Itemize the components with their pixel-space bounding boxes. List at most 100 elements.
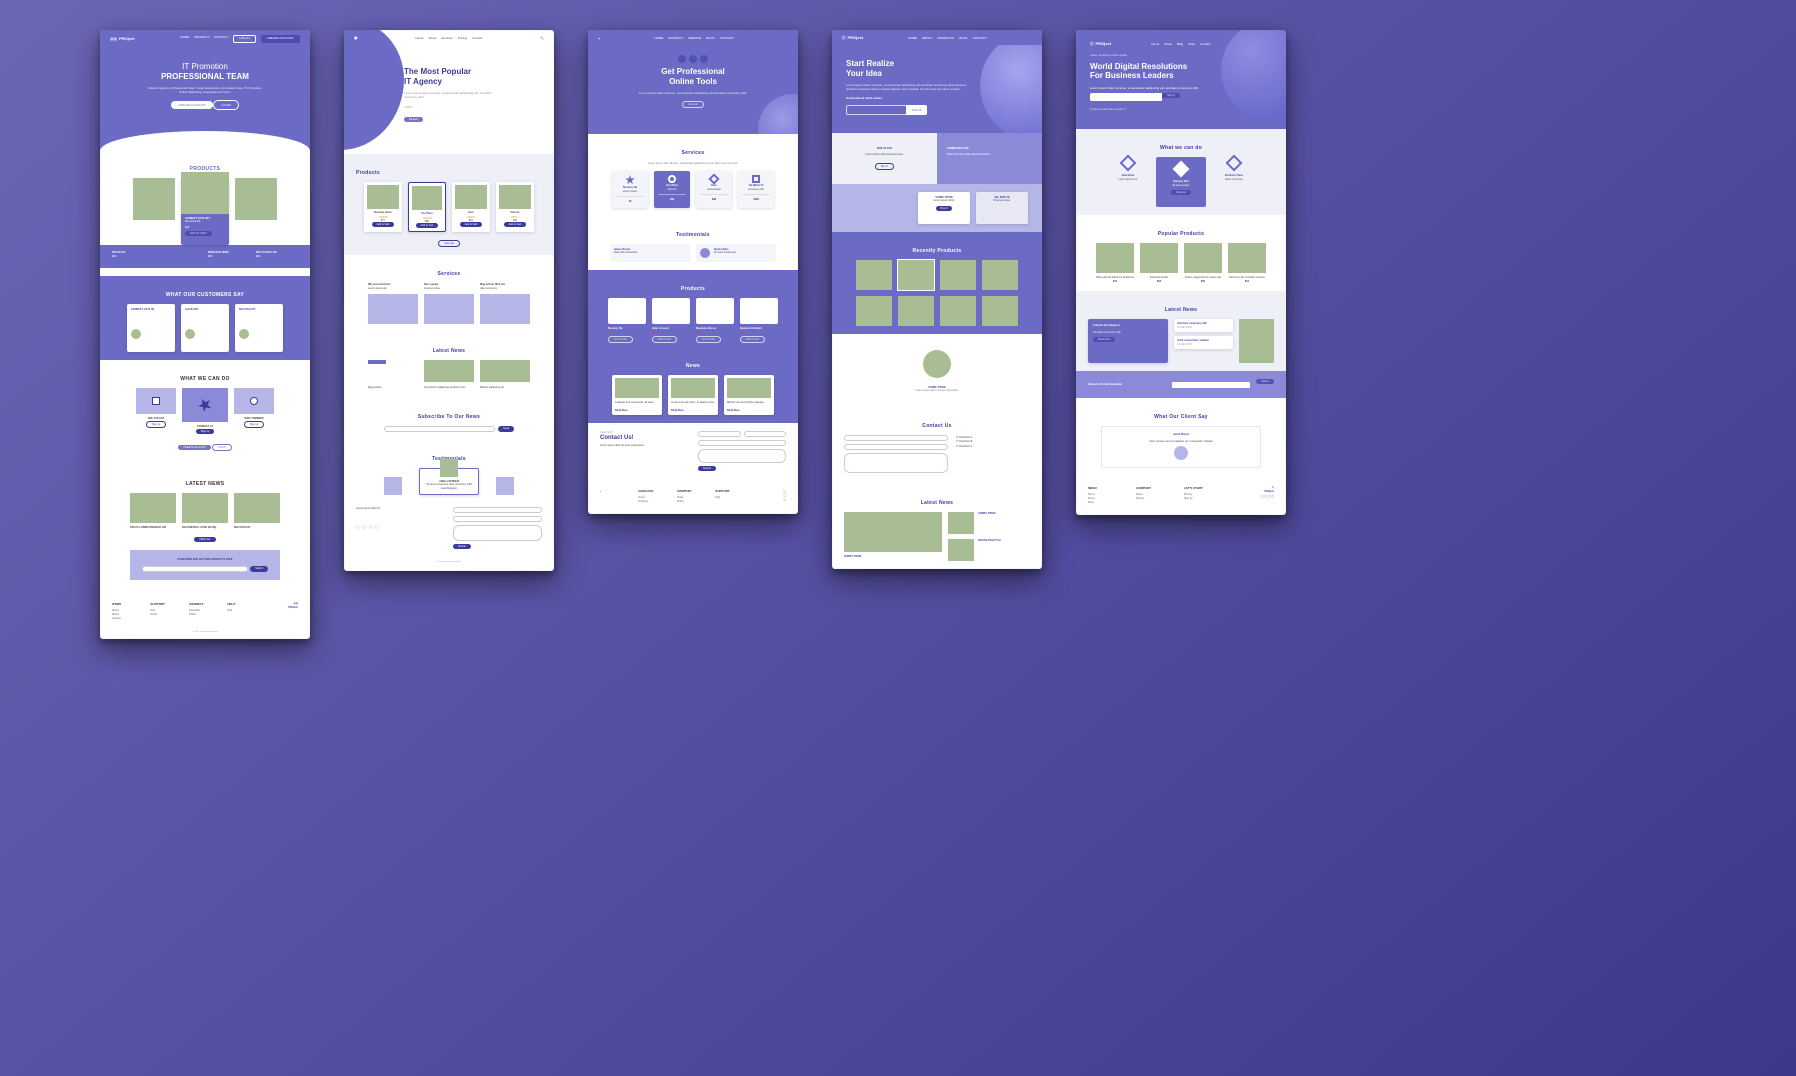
search-icon[interactable]: 🔍 (540, 36, 544, 40)
message-input[interactable] (698, 449, 786, 463)
section-title: WHAT WE CAN DO (112, 376, 298, 382)
service-item[interactable]: Mag ad Enn Nibh wisdiam nonummy (480, 283, 530, 290)
create-account-button[interactable]: CREATE ACCOUNT (171, 101, 212, 109)
service-item[interactable]: Nib uncorrud EnimLorem ipsum dol (368, 283, 418, 290)
request-button[interactable]: Request (682, 101, 703, 108)
feature-cards: SUBRU TIPONLorem ipsum dolor.Buy it! VEL… (832, 184, 1042, 232)
email-input[interactable] (142, 566, 248, 572)
message-input[interactable] (846, 105, 906, 115)
add-to-cart-button[interactable]: Add to Cart (372, 222, 395, 227)
nav-item[interactable]: PRODUCTS (937, 36, 954, 40)
nav-item[interactable]: CONTACT (214, 35, 228, 43)
request-button[interactable]: Request (1171, 190, 1190, 195)
hero-subtitle: Lorem ipsum dolor sit amet, consectetuer… (633, 91, 753, 95)
search-input[interactable] (1090, 93, 1162, 101)
nav-item[interactable]: BLOG (706, 36, 714, 40)
login-button[interactable]: LOGIN (212, 444, 232, 451)
latest-news-section: Latest News SUBRU TIPON SUBRU TIPON MAGN… (832, 484, 1042, 569)
submit-button[interactable]: Submit (250, 566, 268, 572)
contact-section: Need help? Contact Us! Lorem ipsum dolor… (588, 423, 798, 479)
add-to-cart-button[interactable]: ADD TO CART (185, 231, 212, 236)
nav-item[interactable]: HOME (908, 36, 917, 40)
social-icon[interactable]: ◯ (754, 494, 786, 497)
nav-item[interactable]: Home (415, 36, 423, 40)
create-account-button[interactable]: CREATE ACCOUNT (261, 35, 300, 43)
popular-products-section: Popular Products Mild euismod tincidi un… (1076, 215, 1286, 291)
submit-button[interactable]: Submit (698, 466, 716, 471)
split-section: WISI UT 25% Lorem ipsum dolor sit amet c… (832, 133, 1042, 184)
view-all-button[interactable]: VIEW ALL (194, 537, 215, 542)
nav-item[interactable]: SERVICE (688, 36, 701, 40)
product-thumb[interactable]: NOU PLUETU VIT$45 (256, 251, 298, 258)
social-icon[interactable]: ◯ (375, 525, 378, 529)
sign-up-button[interactable]: Sign up (244, 421, 264, 428)
nav-item[interactable]: CONTACT (973, 36, 987, 40)
sign-up-button[interactable]: Sign up (146, 421, 166, 428)
nav-item[interactable]: Contact (472, 36, 482, 40)
nav-item[interactable]: Blog (1177, 42, 1183, 46)
subscribe-box: SUBSCRIBE AND GET NEW PRODUCTS FREE Subm… (130, 550, 280, 580)
add-to-cart-button[interactable]: Add to Cart (696, 336, 721, 343)
sign-up-button[interactable]: Sign up (196, 429, 214, 434)
section-title: News (600, 363, 786, 369)
nav-item[interactable]: About (1164, 42, 1172, 46)
service-item[interactable]: Nou sometysit amet conse (424, 283, 474, 290)
login-button[interactable]: LOGIN (213, 100, 238, 110)
nav-item[interactable]: Home (1151, 42, 1159, 46)
social-icon[interactable]: ◯ (754, 490, 786, 493)
open-all-button[interactable]: Open all (438, 240, 459, 247)
nav-item[interactable]: Services (441, 36, 453, 40)
read-more-link[interactable]: Read More (671, 409, 715, 413)
product-thumb[interactable]: POLUS SIT$25 (112, 251, 154, 258)
section-title: LATEST NEWS (112, 481, 298, 487)
message-input[interactable] (453, 525, 542, 541)
nav-item[interactable]: Contact (1200, 42, 1210, 46)
read-more-button[interactable]: Read More (1093, 337, 1115, 342)
sign-in-button[interactable]: Sign In (1162, 93, 1180, 98)
email-input[interactable] (453, 516, 542, 522)
request-button[interactable]: Request (404, 117, 423, 122)
nav-item[interactable]: BLOG (959, 36, 967, 40)
email-input[interactable] (1172, 382, 1250, 388)
social-icon[interactable]: ◯ (356, 525, 359, 529)
email-input[interactable] (844, 444, 948, 450)
nav-item[interactable]: HOME (180, 35, 189, 43)
add-to-cart-button[interactable]: Add to Cart (460, 222, 483, 227)
social-icon[interactable]: ◯ (754, 498, 786, 501)
nav-item[interactable]: CONTACT (720, 36, 734, 40)
hero-subtitle: Lorem ipsum dolor sit amet, consectetuer… (404, 91, 494, 99)
nav-item[interactable]: Pricing (458, 36, 467, 40)
submit-button[interactable]: Send (498, 426, 514, 432)
nav-item[interactable]: PRODUCT (668, 36, 683, 40)
add-to-cart-button[interactable]: Add to Cart (416, 223, 439, 228)
add-to-cart-button[interactable]: Add to Cart (740, 336, 765, 343)
email-input[interactable] (384, 426, 495, 432)
social-icon[interactable]: ◯ (362, 525, 365, 529)
nav-item[interactable]: Shop (1188, 42, 1195, 46)
social-icon[interactable]: ◯ (369, 525, 372, 529)
read-more-link[interactable]: Read More (615, 409, 659, 413)
subject-input[interactable] (698, 440, 786, 446)
add-to-cart-button[interactable]: Add to Cart (504, 222, 527, 227)
section-title: Subscribe To Our Newsletter (1088, 383, 1166, 387)
product-thumb[interactable]: WORLDUS TEMP$35 (208, 251, 250, 258)
submit-button[interactable]: Submit (453, 544, 471, 549)
buy-button[interactable]: Buy it! (875, 163, 894, 170)
message-input[interactable] (844, 453, 948, 473)
nav-item[interactable]: HOME (654, 36, 663, 40)
name-input[interactable] (844, 435, 948, 441)
email-input[interactable] (744, 431, 787, 437)
nav-item[interactable]: ABOUT (922, 36, 932, 40)
nav-item[interactable]: About (428, 36, 436, 40)
submit-button[interactable]: Submit (906, 105, 927, 115)
read-more-link[interactable]: Read More (727, 409, 771, 413)
add-to-cart-button[interactable]: Add to Cart (608, 336, 633, 343)
login-button[interactable]: LOG IN (233, 35, 255, 43)
buy-button[interactable]: Buy it! (936, 206, 953, 211)
create-account-button[interactable]: CREATE ACCOUNT (178, 445, 211, 450)
nav-item[interactable]: PRODUCT (194, 35, 209, 43)
add-to-cart-button[interactable]: Add to Cart (652, 336, 677, 343)
name-input[interactable] (453, 507, 542, 513)
name-input[interactable] (698, 431, 741, 437)
submit-button[interactable]: Submit (1256, 379, 1274, 384)
